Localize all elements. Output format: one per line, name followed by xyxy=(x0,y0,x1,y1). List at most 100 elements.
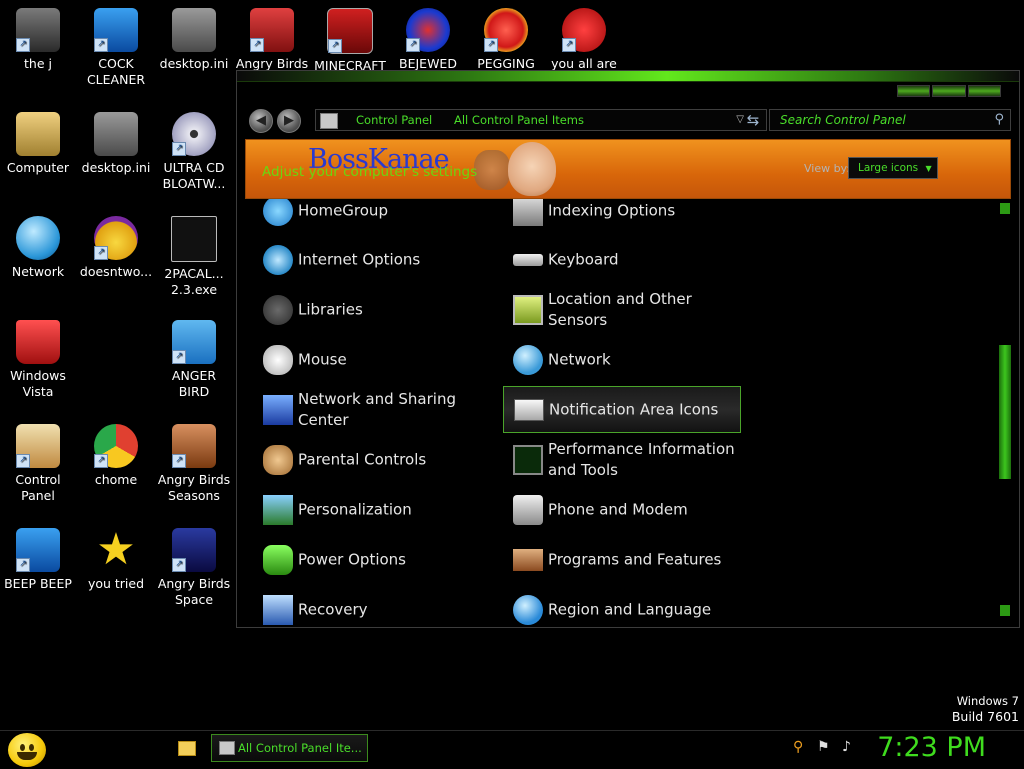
desktop-icon-desktop-ini-top[interactable]: desktop.ini xyxy=(156,8,232,72)
desktop-icon-angry-birds[interactable]: ↗ Angry Birds xyxy=(234,8,310,72)
desktop-icon-pegging[interactable]: ↗ PEGGING xyxy=(468,8,544,72)
item-keyboard[interactable]: Keyboard xyxy=(503,237,741,283)
search-icon[interactable]: ⚲ xyxy=(994,110,1004,130)
banner-photo xyxy=(474,150,510,190)
desktop-icon-computer[interactable]: Computer xyxy=(0,112,76,176)
address-bar[interactable]: Control Panel All Control Panel Items ▽ xyxy=(315,109,767,131)
desktop-icon-2pacal-exe[interactable]: 2PACAL... 2.3.exe xyxy=(156,216,232,298)
item-performance[interactable]: Performance Information and Tools xyxy=(503,437,741,483)
desktop-icon-label: 2PACAL... 2.3.exe xyxy=(164,266,224,297)
item-personalization[interactable]: Personalization xyxy=(253,487,491,533)
item-region-language[interactable]: Region and Language xyxy=(503,587,741,627)
desktop-icon-label: COCK CLEANER xyxy=(86,56,146,87)
libraries-icon xyxy=(263,295,293,325)
item-label: Performance Information and Tools xyxy=(548,440,735,479)
desktop-icon-you-all-are[interactable]: ↗ you all are xyxy=(546,8,622,72)
window-title-glow xyxy=(237,71,1019,82)
control-panel-icon: ↗ xyxy=(16,424,60,468)
search-input[interactable]: Search Control Panel ⚲ xyxy=(769,109,1011,131)
angry-bird-icon: ↗ xyxy=(172,320,216,364)
view-by-dropdown[interactable]: Large icons ▼ xyxy=(848,157,938,179)
desktop-icon-angry-birds-seasons[interactable]: ↗ Angry Birds Seasons xyxy=(156,424,232,504)
control-panel-icon xyxy=(219,741,235,755)
item-mouse[interactable]: Mouse xyxy=(253,337,491,383)
item-recovery[interactable]: Recovery xyxy=(253,587,491,627)
item-network-sharing[interactable]: Network and Sharing Center xyxy=(253,387,491,433)
desktop-icon-control-panel[interactable]: ↗ Control Panel xyxy=(0,424,76,504)
item-label: Programs and Features xyxy=(548,550,722,569)
item-homegroup[interactable]: HomeGroup xyxy=(253,199,491,234)
item-label: Mouse xyxy=(298,350,347,369)
scrollbar-thumb[interactable] xyxy=(999,345,1011,479)
item-notification-area-icons[interactable]: Notification Area Icons xyxy=(503,386,741,433)
desktop-icon-minecraft[interactable]: ↗ MINECRAFT xyxy=(312,8,388,74)
close-button[interactable] xyxy=(967,85,1001,97)
control-panel-window: ◀ ▶ Control Panel All Control Panel Item… xyxy=(236,70,1020,628)
desktop-icon-beep-beep[interactable]: ↗ BEEP BEEP xyxy=(0,528,76,592)
star-icon: ★ xyxy=(96,524,136,575)
item-libraries[interactable]: Libraries xyxy=(253,287,491,333)
desktop-icon-label: the j xyxy=(24,56,52,71)
item-indexing-options[interactable]: Indexing Options xyxy=(503,199,741,234)
view-by-label: View by: xyxy=(804,162,850,175)
breadcrumb-all-items[interactable]: All Control Panel Items xyxy=(454,110,584,130)
vertical-scrollbar[interactable] xyxy=(998,199,1012,619)
scroll-down-arrow-icon[interactable] xyxy=(1000,605,1010,616)
action-center-icon[interactable]: ⚑ xyxy=(817,739,830,755)
item-label: Libraries xyxy=(298,300,363,319)
settings-file-icon xyxy=(172,8,216,52)
taskbar: All Control Panel Ite... ⚲ ⚑ ♪ 7:23 PM xyxy=(0,730,1024,769)
start-button[interactable] xyxy=(8,733,46,767)
desktop-icon-the-j[interactable]: ↗ the j xyxy=(0,8,76,72)
chevron-down-icon: ▼ xyxy=(925,164,932,173)
folder-icon[interactable] xyxy=(178,741,196,756)
desktop-icon-cock-cleaner[interactable]: ↗ COCK CLEANER xyxy=(78,8,154,88)
desktop-icon-bejeweled[interactable]: ↗ BEJEWED xyxy=(390,8,466,72)
item-label: Notification Area Icons xyxy=(549,400,719,418)
refresh-button[interactable]: ⇆ xyxy=(743,110,763,130)
item-power-options[interactable]: Power Options xyxy=(253,537,491,583)
control-panel-items: HomeGroup Internet Options Libraries Mou… xyxy=(237,199,999,627)
minimize-button[interactable] xyxy=(897,85,931,97)
forward-button[interactable]: ▶ xyxy=(277,109,301,133)
desktop-icon-windows-vista[interactable]: Windows Vista xyxy=(0,320,76,400)
desktop-icon-desktop-ini[interactable]: desktop.ini xyxy=(78,112,154,176)
desktop-icon-you-tried[interactable]: ★ you tried xyxy=(78,528,154,592)
angry-birds-seasons-icon: ↗ xyxy=(172,424,216,468)
item-label: Power Options xyxy=(298,550,406,569)
windows-build-watermark: Windows 7 Build 7601 xyxy=(952,693,1019,725)
console-app-icon xyxy=(171,216,217,262)
back-button[interactable]: ◀ xyxy=(249,109,273,133)
window-controls xyxy=(897,85,1001,97)
yahoo-messenger-icon: ↗ xyxy=(94,216,138,260)
item-phone-modem[interactable]: Phone and Modem xyxy=(503,487,741,533)
item-internet-options[interactable]: Internet Options xyxy=(253,237,491,283)
item-location-sensors[interactable]: Location and Other Sensors xyxy=(503,287,741,333)
item-programs-features[interactable]: Programs and Features xyxy=(503,537,741,583)
breadcrumb-control-panel[interactable]: Control Panel xyxy=(356,110,432,130)
scroll-up-arrow-icon[interactable] xyxy=(1000,203,1010,214)
desktop-icon-angry-birds-space[interactable]: ↗ Angry Birds Space xyxy=(156,528,232,608)
taskbar-button-control-panel[interactable]: All Control Panel Ite... xyxy=(211,734,368,762)
control-panel-icon xyxy=(320,113,338,129)
forward-arrow-icon: ▶ xyxy=(284,113,294,128)
item-label: HomeGroup xyxy=(298,201,388,220)
desktop-icon-doesntwork[interactable]: ↗ doesntwo... xyxy=(78,216,154,280)
desktop-icon-network[interactable]: Network xyxy=(0,216,76,280)
desktop-icon-chome[interactable]: ↗ chome xyxy=(78,424,154,488)
search-tray-icon[interactable]: ⚲ xyxy=(793,739,803,755)
region-language-icon xyxy=(513,595,543,625)
desktop-icon-ultra-cd[interactable]: ↗ ULTRA CD BLOATW... xyxy=(156,112,232,192)
maximize-button[interactable] xyxy=(932,85,966,97)
desktop-icon-anger-bird[interactable]: ↗ ANGER BIRD xyxy=(156,320,232,400)
watermark-os: Windows 7 xyxy=(956,694,1019,708)
bejeweled-icon: ↗ xyxy=(406,8,450,52)
clock[interactable]: 7:23 PM xyxy=(877,732,986,763)
recycle-bin-icon xyxy=(16,320,60,364)
volume-icon[interactable]: ♪ xyxy=(842,739,851,755)
item-parental-controls[interactable]: Parental Controls xyxy=(253,437,491,483)
chrome-icon: ↗ xyxy=(94,424,138,468)
item-network[interactable]: Network xyxy=(503,337,741,383)
minecraft-icon: ↗ xyxy=(327,8,373,54)
personalization-icon xyxy=(263,495,293,525)
